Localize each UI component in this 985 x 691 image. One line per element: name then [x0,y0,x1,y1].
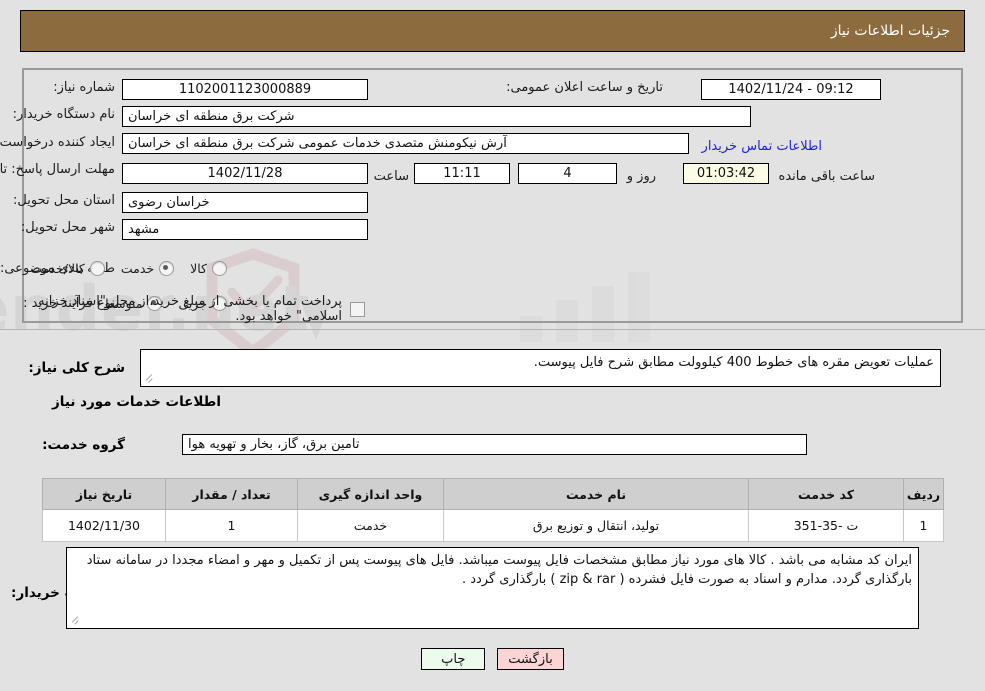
cell-quantity: 1 [165,509,298,542]
page-header: جزئیات اطلاعات نیاز [20,10,965,52]
remaining-label: ساعت باقی مانده [778,169,875,184]
radio-category-khedmat-label: خدمت [120,261,155,276]
buyer-org-row: نام دستگاه خریدار: [13,107,115,122]
buyer-org-field[interactable]: شرکت برق منطقه ای خراسان [122,106,751,127]
general-desc-value: عملیات تعویض مقره های خطوط 400 کیلوولت م… [533,355,934,370]
service-group-label: گروه خدمت: [42,437,125,453]
treasury-checkbox[interactable] [350,301,365,317]
general-desc-field[interactable]: عملیات تعویض مقره های خطوط 400 کیلوولت م… [140,349,941,387]
resize-grip-icon[interactable] [143,374,153,385]
th-row: ردیف [903,478,944,510]
radio-category-kala-khedmat[interactable] [89,261,105,276]
page-title: جزئیات اطلاعات نیاز [830,23,950,39]
need-number-field[interactable]: 1102001123000889 [122,79,368,100]
section-divider-1 [0,329,985,330]
back-button[interactable]: بازگشت [497,648,564,670]
category-radio-group[interactable]: کالا خدمت کالا/خدمت [14,261,227,276]
days-label: روز و [626,169,656,184]
print-button[interactable]: چاپ [421,648,486,670]
th-need-date: تاریخ نیاز [42,478,166,510]
buyer-notes-value: ایران کد مشابه می باشد . کالا های مورد ن… [86,553,912,587]
resize-grip-icon-2[interactable] [69,616,79,627]
announce-date-field[interactable]: 09:12 - 1402/11/24 [701,79,881,100]
radio-category-kala[interactable] [212,261,227,276]
need-number-label: شماره نیاز: [53,80,115,95]
cell-need-date: 1402/11/30 [42,509,166,542]
table-header-row: ردیف کد خدمت نام خدمت واحد اندازه گیری ت… [42,478,944,510]
city-label: شهر محل تحویل: [20,220,115,235]
page-root: AriaTender.net جزئیات اطلاعات نیاز شماره… [0,0,985,691]
countdown-timer: 01:03:42 [683,163,769,184]
days-field[interactable]: 4 [518,163,617,184]
creator-label: ایجاد کننده درخواست: [0,135,115,150]
service-group-field[interactable]: تامین برق، گاز، بخار و تهویه هوا [182,434,807,455]
hour-field[interactable]: 11:11 [414,163,510,184]
cell-service-code: ت -35-351 [748,509,904,542]
buyer-contact-link[interactable]: اطلاعات تماس خریدار [702,139,822,154]
need-number-row: شماره نیاز: [53,80,115,95]
creator-row: ایجاد کننده درخواست: [0,135,115,150]
services-heading: اطلاعات خدمات مورد نیاز [51,394,221,410]
deadline-label: مهلت ارسال پاسخ: تا تاریخ: [0,162,115,177]
city-row: شهر محل تحویل: [21,220,115,235]
th-service-name: نام خدمت [443,478,749,510]
announce-date-label: تاریخ و ساعت اعلان عمومی: [506,80,663,95]
radio-category-kala-khedmat-label: کالا/خدمت [30,261,85,276]
treasury-note-row[interactable]: پرداخت تمام یا بخشی از مبلغ خرید،از محل … [0,294,365,324]
cell-service-name: تولید، انتقال و توزیع برق [443,509,749,542]
radio-category-khedmat[interactable] [159,261,175,276]
buyer-org-label: نام دستگاه خریدار: [12,107,115,122]
th-quantity: تعداد / مقدار [165,478,298,510]
treasury-note-label: پرداخت تمام یا بخشی از مبلغ خرید،از محل … [38,294,342,324]
radio-category-kala-label: کالا [190,261,207,276]
city-field[interactable]: مشهد [122,219,368,240]
cell-row: 1 [903,509,944,542]
province-field[interactable]: خراسان رضوی [122,192,368,213]
province-row: استان محل تحویل: [13,193,115,208]
announce-date-row: تاریخ و ساعت اعلان عمومی: [506,80,663,95]
th-unit: واحد اندازه گیری [297,478,444,510]
buyer-notes-field[interactable]: ایران کد مشابه می باشد . کالا های مورد ن… [66,547,919,629]
creator-field[interactable]: آرش نیکومنش متصدی خدمات عمومی شرکت برق م… [122,133,689,154]
general-desc-label: شرح کلی نیاز: [28,360,125,376]
hour-label: ساعت [373,169,409,184]
table-row: 1 ت -35-351 تولید، انتقال و توزیع برق خد… [42,509,944,542]
province-label: استان محل تحویل: [13,193,115,208]
footer-buttons: بازگشت چاپ [0,648,985,670]
th-service-code: کد خدمت [748,478,904,510]
cell-unit: خدمت [297,509,444,542]
services-table: ردیف کد خدمت نام خدمت واحد اندازه گیری ت… [42,478,944,542]
deadline-row: مهلت ارسال پاسخ: تا تاریخ: [0,160,115,177]
deadline-date-field[interactable]: 1402/11/28 [122,163,368,184]
